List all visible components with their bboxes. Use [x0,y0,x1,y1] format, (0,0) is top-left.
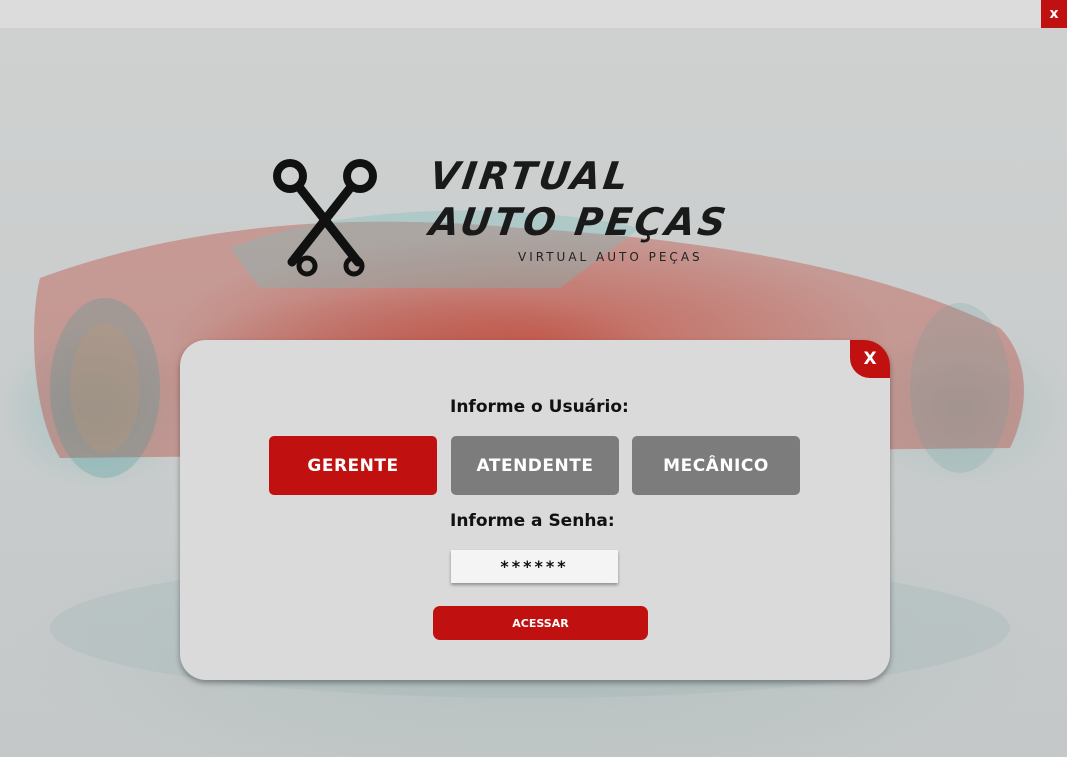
logo-title-line2: AUTO PEÇAS [426,200,732,244]
login-panel: X Informe o Usuário: GERENTE ATENDENTE M… [180,340,890,680]
role-mecanico-button[interactable]: MECÂNICO [632,436,800,495]
logo-subtitle: VIRTUAL AUTO PEÇAS [518,250,703,264]
role-atendente-button[interactable]: ATENDENTE [451,436,619,495]
role-gerente-button[interactable]: GERENTE [269,436,437,495]
user-label: Informe o Usuário: [450,397,629,417]
logo-title-line1: VIRTUAL [426,154,634,198]
password-field[interactable] [451,550,618,583]
title-bar [0,0,1067,28]
brand-logo: VIRTUAL AUTO PEÇAS VIRTUAL AUTO PEÇAS [270,150,810,280]
crossed-pistons-icon [273,159,377,277]
access-button[interactable]: ACESSAR [433,606,648,640]
password-label: Informe a Senha: [450,511,615,531]
window-close-button[interactable]: x [1041,0,1067,28]
